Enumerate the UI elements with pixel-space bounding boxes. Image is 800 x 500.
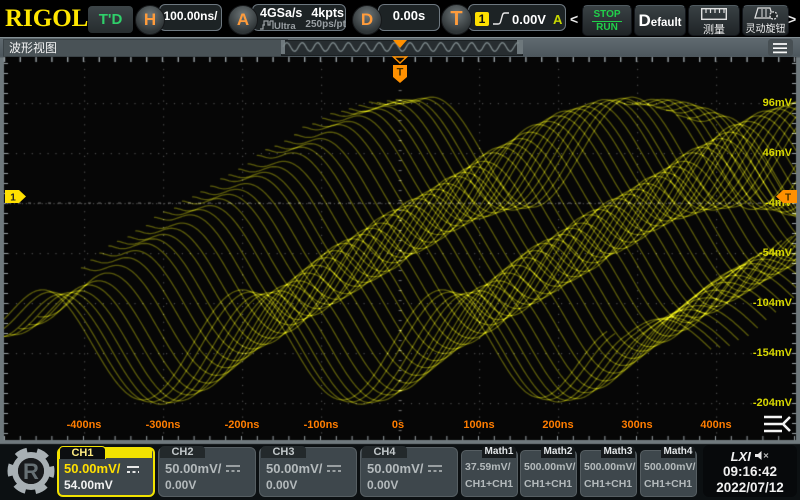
svg-text:T: T bbox=[785, 193, 791, 204]
svg-text:1: 1 bbox=[10, 193, 16, 204]
svg-text:R: R bbox=[23, 459, 39, 484]
svg-text:T: T bbox=[397, 67, 404, 79]
